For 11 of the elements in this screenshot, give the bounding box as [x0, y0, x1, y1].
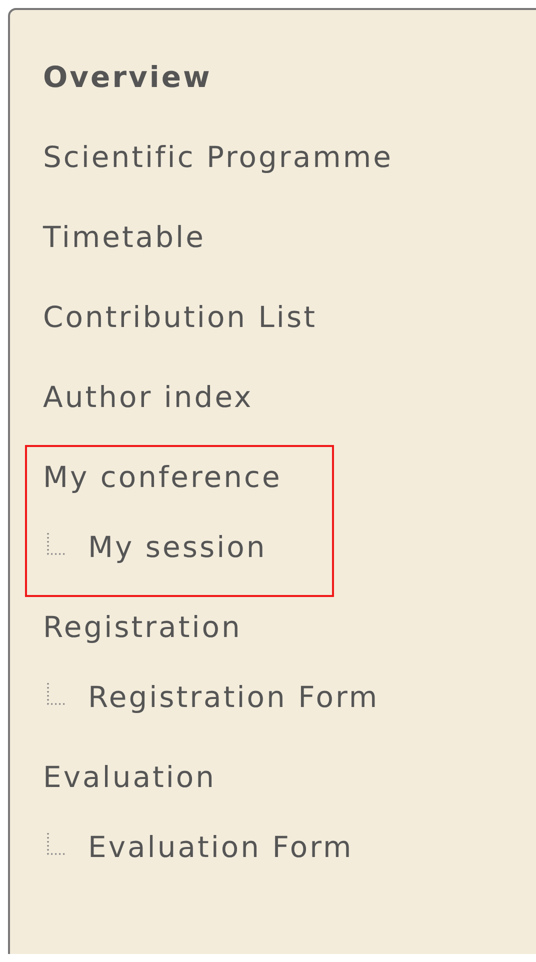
menu-item[interactable]: Scientific Programme	[43, 137, 393, 177]
menu-item[interactable]: My conference	[43, 457, 282, 497]
menu-item[interactable]: Overview	[43, 57, 212, 97]
submenu-item[interactable]: Evaluation Form	[88, 827, 354, 867]
menu-item[interactable]: Author index	[43, 377, 254, 417]
menu-item[interactable]: Contribution List	[43, 297, 317, 337]
submenu-item[interactable]: Registration Form	[88, 677, 380, 717]
menu-item[interactable]: Timetable	[43, 217, 206, 257]
menu-item[interactable]: Registration	[43, 607, 242, 647]
menu-item[interactable]: Evaluation	[43, 757, 216, 797]
submenu-item[interactable]: My session	[88, 527, 267, 567]
